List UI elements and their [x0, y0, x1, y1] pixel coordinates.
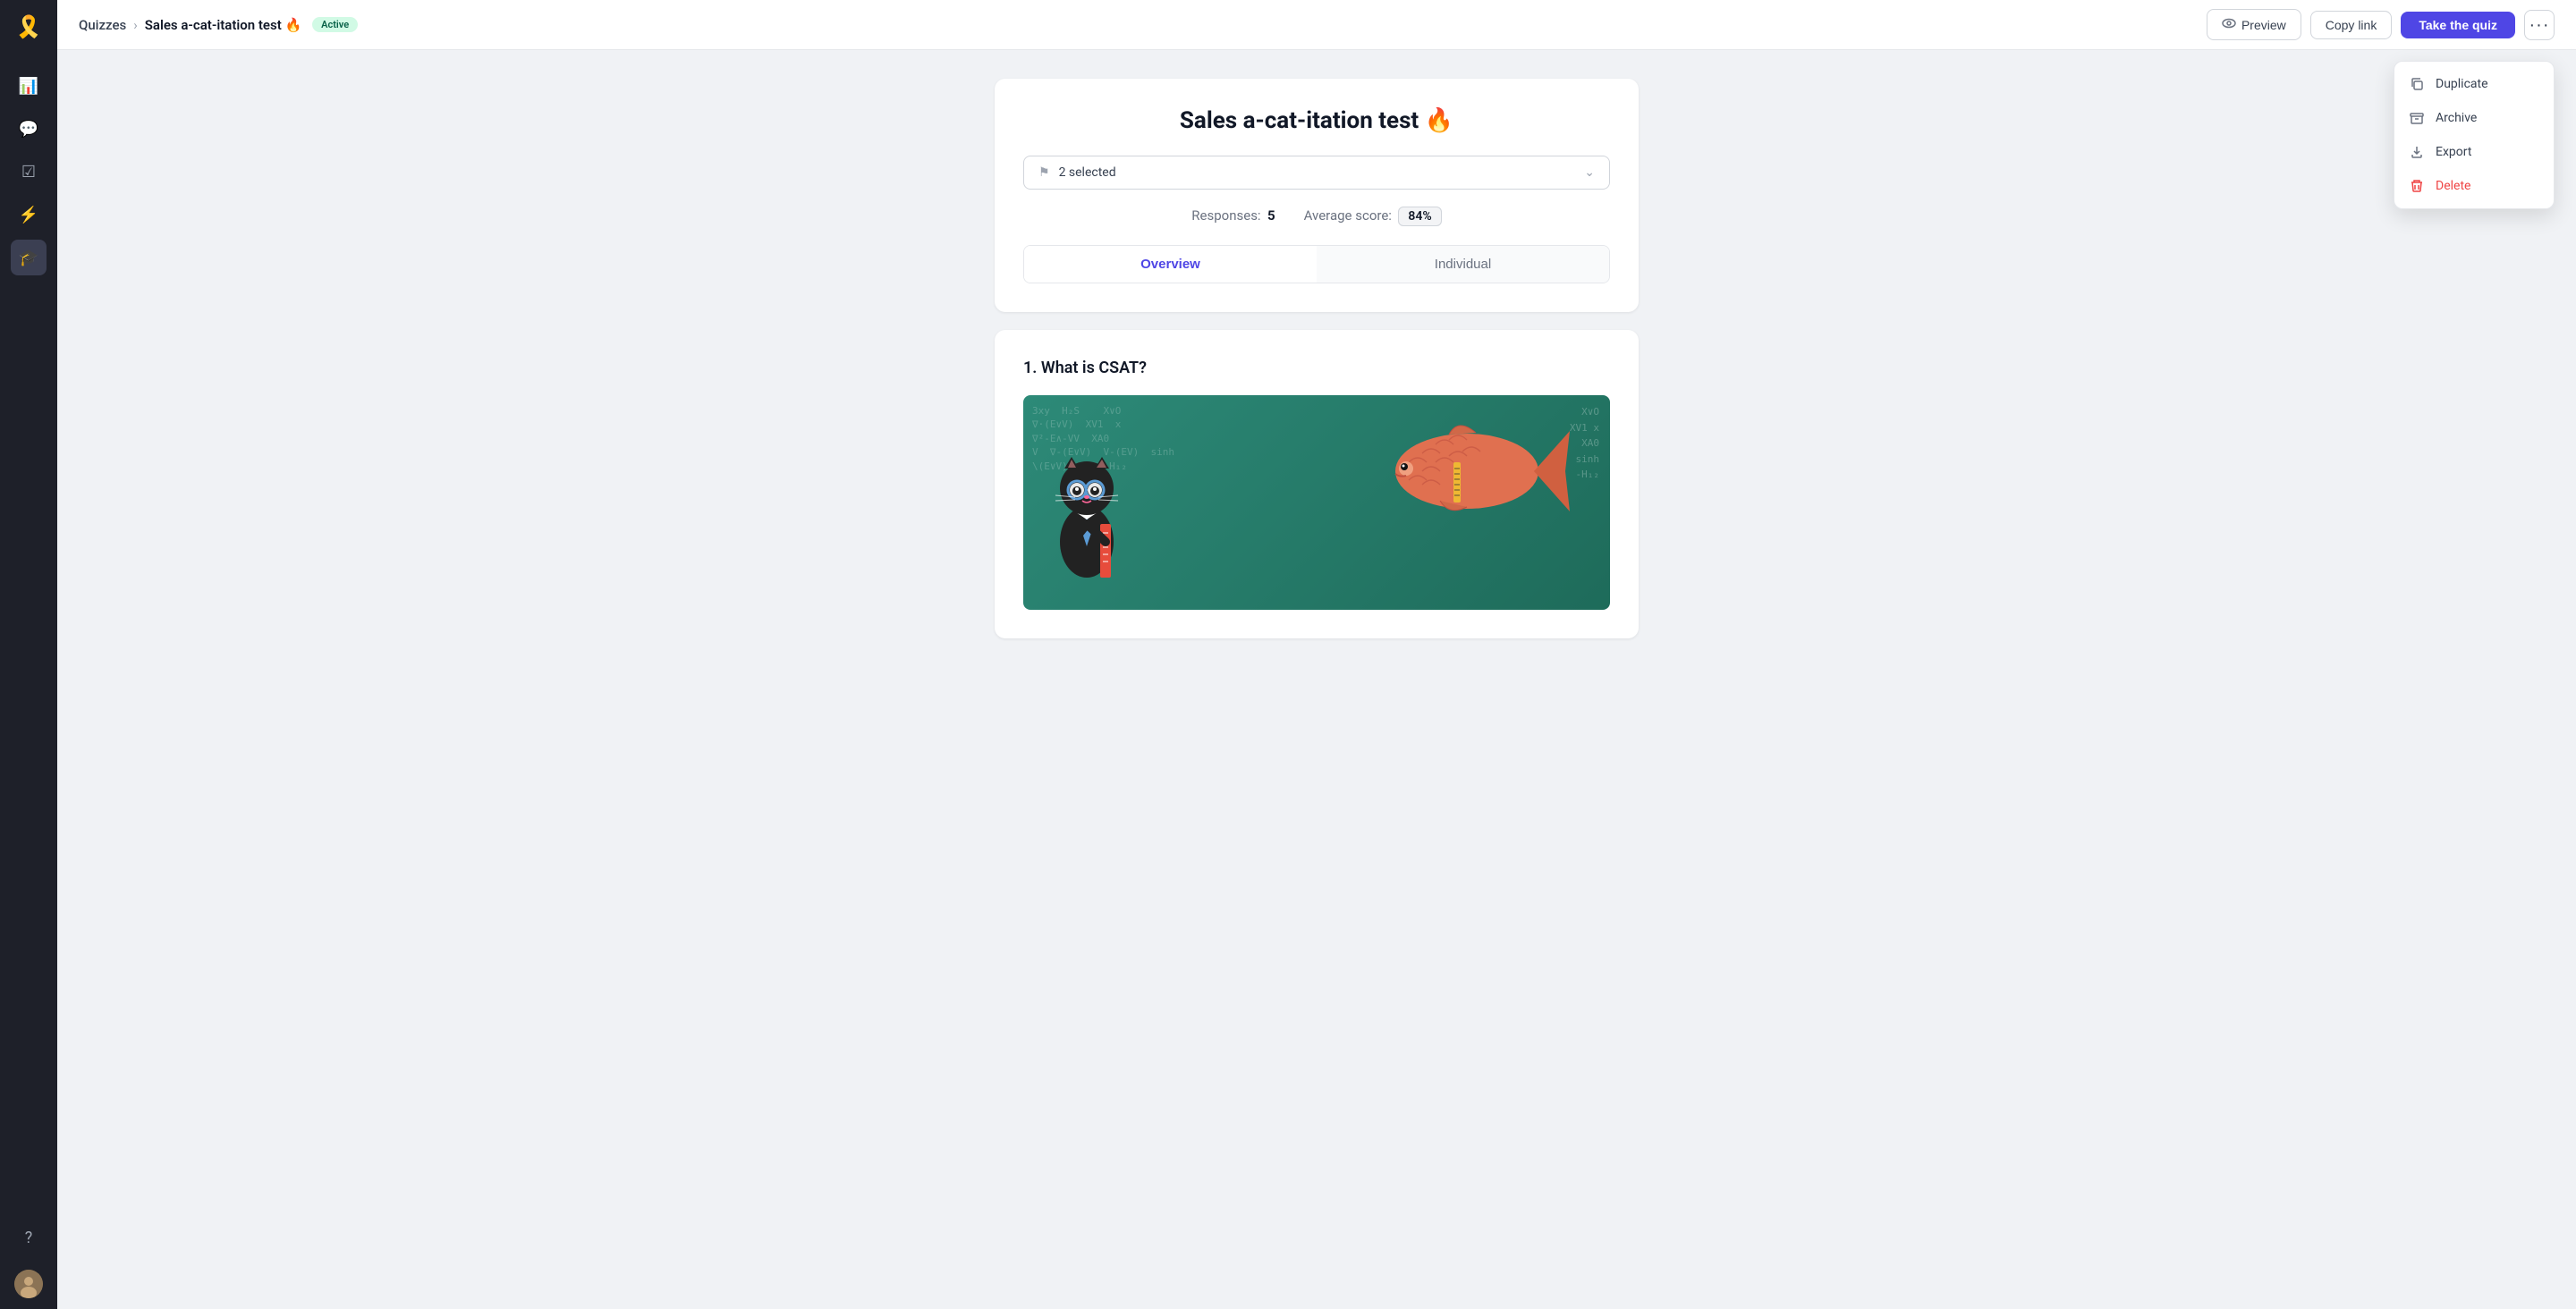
avg-score-stat: Average score: 84% — [1304, 207, 1442, 224]
header: Quizzes › Sales a-cat-itation test 🔥 Act… — [57, 0, 2576, 50]
sidebar-item-analytics[interactable]: 📊 — [11, 68, 47, 104]
question-1-card: 1. What is CSAT? 3xy H₂S X∨O ∇·(E∨V) XV1… — [995, 330, 1639, 638]
sidebar-item-messages[interactable]: 💬 — [11, 111, 47, 147]
breadcrumb-parent[interactable]: Quizzes — [79, 17, 126, 33]
breadcrumb-current: Sales a-cat-itation test 🔥 — [145, 17, 301, 33]
page-content: Sales a-cat-itation test 🔥 ⚑ 2 selected … — [57, 50, 2576, 1309]
user-avatar[interactable] — [14, 1270, 43, 1298]
flag-icon: ⚑ — [1038, 165, 1050, 180]
dropdown-menu: Duplicate Archive Export Delete — [2394, 61, 2555, 209]
export-label: Export — [2436, 145, 2471, 159]
cat-figure — [1038, 408, 1136, 595]
filter-select[interactable]: ⚑ 2 selected ⌄ — [1023, 156, 1610, 190]
chevron-down-icon: ⌄ — [1584, 165, 1595, 180]
question-1-title: 1. What is CSAT? — [1023, 359, 1610, 377]
app-logo: 🎗️ — [13, 11, 45, 43]
sidebar: 🎗️ 📊 💬 ☑ ⚡ 🎓 ? — [0, 0, 57, 1309]
delete-label: Delete — [2436, 179, 2470, 193]
preview-button[interactable]: Preview — [2207, 9, 2301, 40]
dropdown-delete[interactable]: Delete — [2394, 169, 2554, 203]
tab-overview[interactable]: Overview — [1024, 246, 1317, 283]
stats-row: Responses: 5 Average score: 84% — [1023, 207, 1610, 224]
copy-link-button[interactable]: Copy link — [2310, 11, 2393, 39]
sidebar-item-learn[interactable]: 🎓 — [11, 240, 47, 275]
fish-figure — [1377, 413, 1574, 529]
archive-label: Archive — [2436, 111, 2477, 125]
archive-icon — [2409, 110, 2425, 126]
more-icon: ··· — [2529, 16, 2550, 34]
tab-individual[interactable]: Individual — [1317, 246, 1609, 283]
sidebar-item-lightning[interactable]: ⚡ — [11, 197, 47, 232]
dropdown-export[interactable]: Export — [2394, 135, 2554, 169]
question-image: 3xy H₂S X∨O ∇·(E∨V) XV1 x ∇²-E∧-VV XA0 V… — [1023, 395, 1610, 610]
quiz-title: Sales a-cat-itation test 🔥 — [1023, 107, 1610, 134]
sidebar-item-tasks[interactable]: ☑ — [11, 154, 47, 190]
status-badge: Active — [312, 17, 358, 32]
dropdown-duplicate[interactable]: Duplicate — [2394, 67, 2554, 101]
eye-icon — [2222, 16, 2236, 33]
breadcrumb-separator: › — [133, 17, 138, 33]
header-actions: Preview Copy link Take the quiz ··· — [2207, 9, 2555, 40]
quiz-summary-card: Sales a-cat-itation test 🔥 ⚑ 2 selected … — [995, 79, 1639, 312]
duplicate-label: Duplicate — [2436, 77, 2488, 91]
export-icon — [2409, 144, 2425, 160]
more-options-button[interactable]: ··· — [2524, 10, 2555, 40]
main-content: Quizzes › Sales a-cat-itation test 🔥 Act… — [57, 0, 2576, 1309]
copy-icon — [2409, 76, 2425, 92]
tab-row: Overview Individual — [1023, 245, 1610, 283]
trash-icon — [2409, 178, 2425, 194]
filter-value: 2 selected — [1059, 165, 1576, 180]
take-quiz-button[interactable]: Take the quiz — [2401, 12, 2515, 38]
sidebar-item-help[interactable]: ? — [11, 1220, 47, 1255]
responses-stat: Responses: 5 — [1191, 207, 1275, 224]
breadcrumb: Quizzes › Sales a-cat-itation test 🔥 Act… — [79, 17, 358, 33]
dropdown-archive[interactable]: Archive — [2394, 101, 2554, 135]
score-badge: 84% — [1398, 207, 1441, 226]
